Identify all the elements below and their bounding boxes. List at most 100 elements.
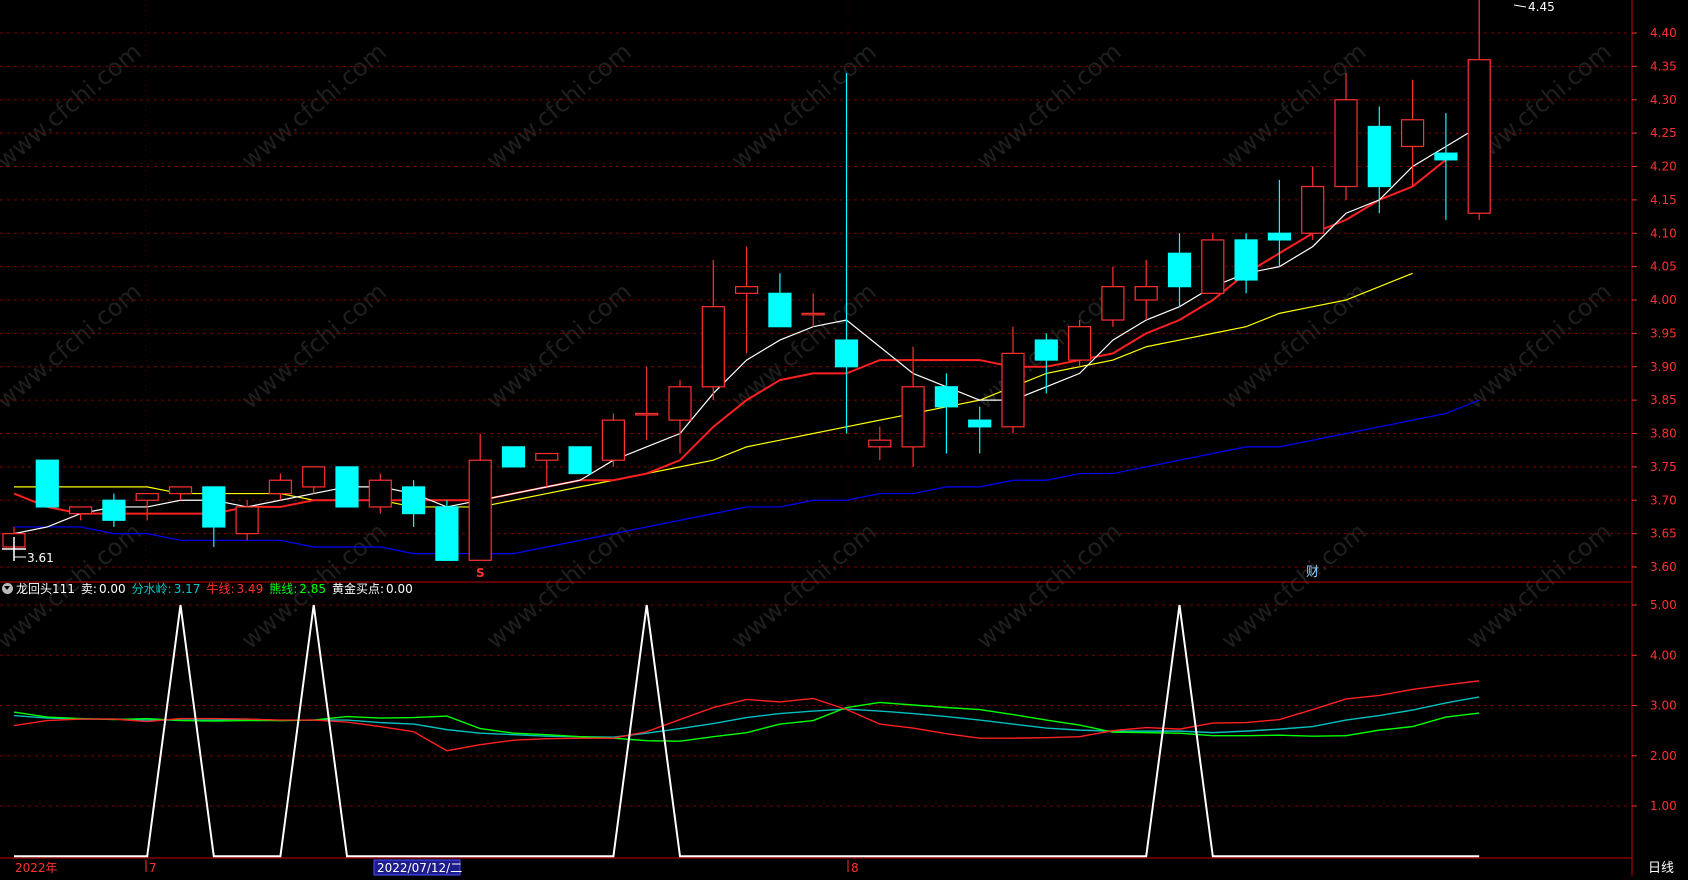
candle-body (68, 506, 93, 515)
low-price-label: 3.61 (27, 551, 54, 565)
candle-body (1467, 59, 1491, 214)
candle-body (335, 466, 359, 508)
niuxian-label: 牛线: (206, 582, 235, 596)
price-tick-label: 3.65 (1650, 527, 1677, 541)
price-tick-label: 3.95 (1650, 326, 1677, 340)
fenshuiling-value: 3.17 (173, 582, 201, 596)
stock-chart-app: www.cfchi.com www.cfchi.com www.cfchi.com w… (0, 0, 1688, 876)
mai-label: 卖: (80, 582, 97, 596)
cursor-date-label: 2022/07/12/二 (377, 861, 462, 875)
fenshuiling-label: 分水岭: (131, 582, 172, 596)
candle-body (1301, 185, 1325, 234)
candle-body (635, 412, 659, 416)
candle-body (202, 486, 226, 528)
candle-body (1334, 99, 1358, 188)
candle-body (168, 486, 193, 495)
candle-body (1367, 125, 1391, 188)
candle-body (868, 439, 892, 448)
candle-body (834, 339, 859, 368)
candle-body (1034, 339, 1058, 361)
price-tick-label: 3.90 (1650, 360, 1677, 374)
chevron-down-icon[interactable] (2, 583, 13, 594)
candle-body (668, 386, 692, 421)
candle-body (1167, 252, 1192, 288)
candle-body (135, 492, 159, 501)
indicator-legend: 龙回头111 卖: 0.00 分水岭: 3.17 牛线: 3.49 熊线: 2.85 黄金买点: 0… (2, 580, 419, 598)
candle-body (1134, 286, 1158, 301)
candle-body (268, 479, 292, 495)
candle-body (968, 419, 992, 428)
candle-body (102, 499, 126, 521)
candle-body (734, 286, 759, 294)
time-axis-year: 2022年 (15, 861, 58, 875)
mai-value: 0.00 (98, 582, 126, 596)
candle-body (1234, 239, 1258, 281)
chart-canvas[interactable]: www.cfchi.com www.cfchi.com www.cfchi.com w… (0, 0, 1688, 876)
candle-body (701, 306, 725, 388)
candle (601, 413, 626, 467)
candle-body (1267, 232, 1292, 241)
huangjin-label: 黄金买点: (331, 582, 385, 596)
indicator-tick-label: 3.00 (1650, 699, 1677, 713)
candle-body (1067, 326, 1092, 361)
candle (35, 459, 59, 508)
price-tick-label: 3.75 (1650, 460, 1677, 474)
candle-body (768, 292, 792, 328)
candle-body (435, 506, 459, 561)
price-tick-label: 4.20 (1650, 160, 1677, 174)
candle-body (568, 446, 592, 475)
niuxian-value: 3.49 (236, 582, 264, 596)
candle-body (1201, 239, 1225, 294)
price-tick-label: 3.60 (1650, 560, 1677, 574)
candle-body (801, 312, 825, 316)
price-tick-label: 4.00 (1650, 293, 1677, 307)
candle-body (601, 419, 626, 461)
period-button[interactable]: 日线 (1648, 861, 1674, 876)
price-tick-label: 4.05 (1650, 260, 1677, 274)
xiongxian-value: 2.85 (299, 582, 326, 596)
candle (435, 500, 459, 561)
indicator-name[interactable]: 龙回头111 (16, 582, 75, 596)
price-tick-label: 3.85 (1650, 393, 1677, 407)
price-tick-label: 3.80 (1650, 427, 1677, 441)
indicator-tick-label: 2.00 (1650, 749, 1677, 763)
period-label: 日线 (1648, 861, 1674, 876)
candle-body (402, 486, 426, 515)
price-tick-label: 4.30 (1650, 93, 1677, 107)
candle-body (501, 446, 526, 468)
candle-body (1400, 119, 1425, 148)
candle (1201, 233, 1225, 294)
price-tick-label: 4.25 (1650, 126, 1677, 140)
high-price-label: 4.45 (1528, 0, 1555, 14)
candle-body (934, 386, 959, 408)
candle-body (1434, 152, 1458, 161)
time-axis-month-8: 8 (851, 861, 859, 875)
candle-body (468, 459, 492, 561)
candle (335, 466, 359, 508)
finance-marker[interactable]: 财 (1306, 565, 1319, 580)
indicator-tick-label: 4.00 (1650, 648, 1677, 662)
candle-body (901, 386, 925, 448)
chart-background (0, 0, 1688, 876)
indicator-tick-label: 5.00 (1650, 598, 1677, 612)
candle-body (235, 506, 259, 535)
candle (1067, 320, 1092, 367)
candle-body (1101, 286, 1125, 321)
candle (501, 446, 526, 468)
signal-marker-s: S (476, 566, 485, 580)
candle-body (535, 452, 559, 461)
cursor-date-box: 2022/07/12/二 (373, 859, 462, 876)
candle-body (368, 479, 392, 508)
candle-body (35, 459, 59, 508)
huangjin-value: 0.00 (386, 582, 413, 596)
xiongxian-label: 熊线: (269, 582, 298, 596)
price-tick-label: 4.35 (1650, 59, 1677, 73)
price-tick-label: 4.10 (1650, 226, 1677, 240)
price-tick-label: 3.70 (1650, 493, 1677, 507)
candle-body (1001, 352, 1025, 428)
indicator-tick-label: 1.00 (1650, 799, 1677, 813)
candle (568, 446, 592, 475)
candle-body (302, 466, 326, 488)
price-tick-label: 4.40 (1650, 26, 1677, 40)
time-axis-month-7: 7 (149, 861, 157, 875)
